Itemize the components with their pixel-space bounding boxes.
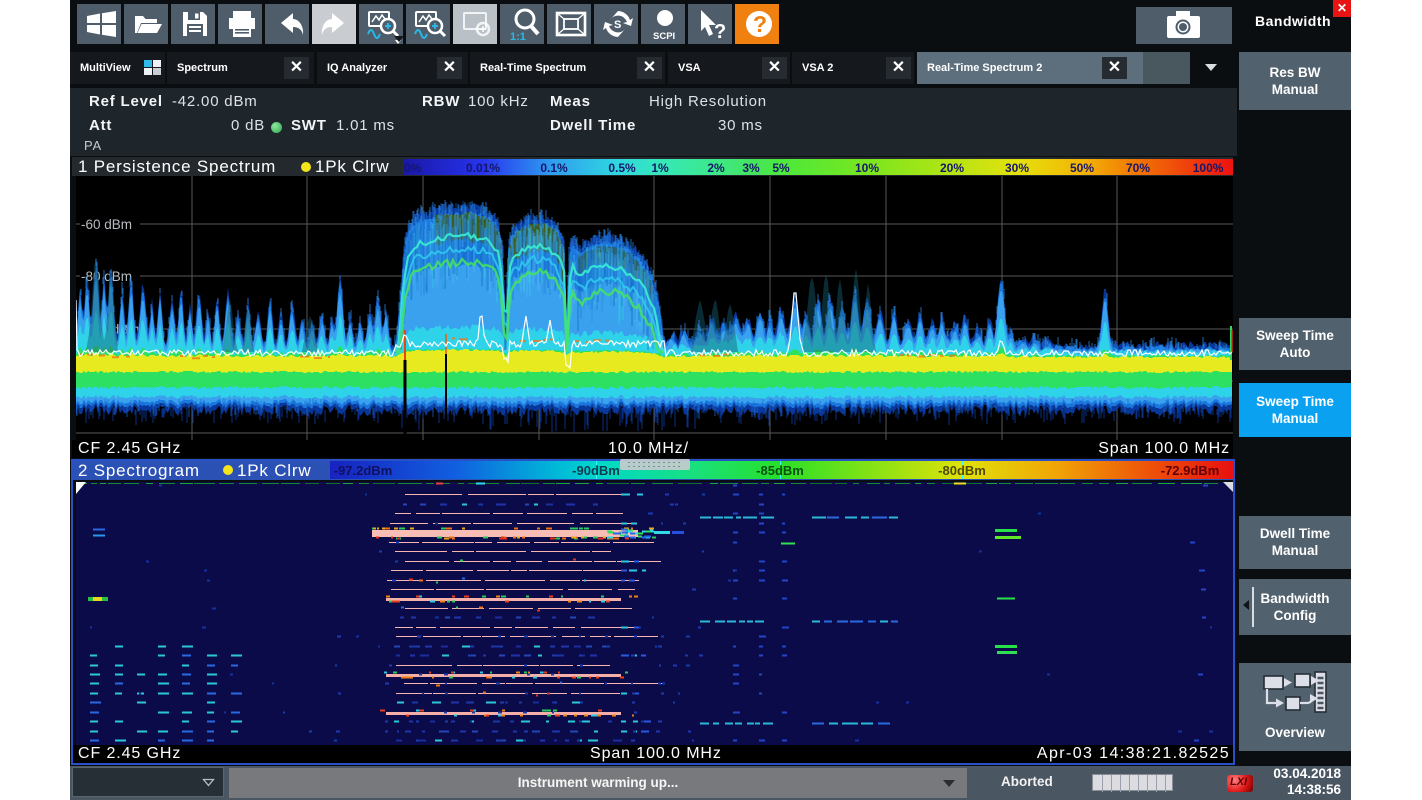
svg-text:?: ? — [714, 21, 726, 43]
svg-text:SCPI: SCPI — [653, 31, 675, 42]
svg-text:S: S — [614, 19, 621, 31]
svg-text:1:1: 1:1 — [510, 31, 526, 43]
svg-text:-80 dBm: -80 dBm — [81, 269, 132, 284]
svg-text:-60 dBm: -60 dBm — [81, 217, 132, 232]
svg-text:?: ? — [753, 11, 767, 37]
